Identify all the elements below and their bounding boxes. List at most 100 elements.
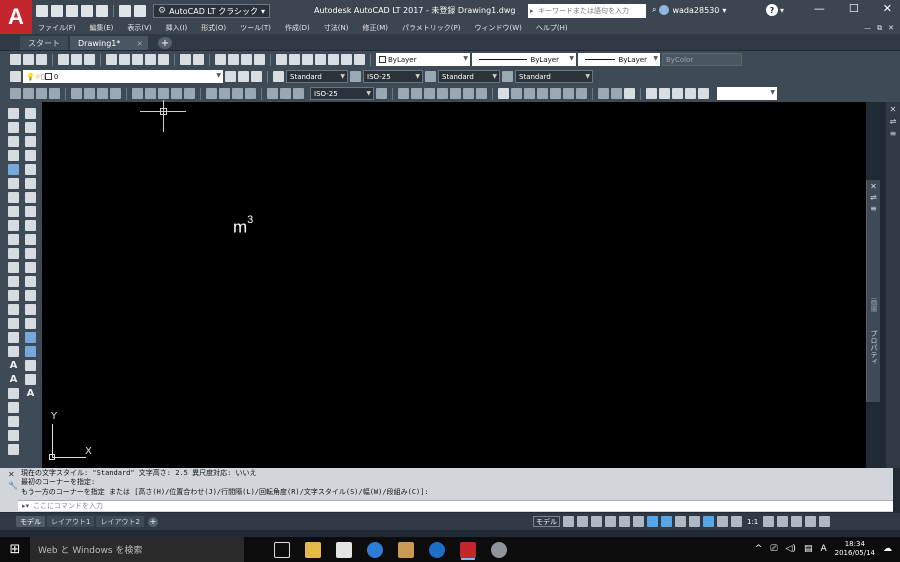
file-explorer-icon[interactable] xyxy=(305,541,321,558)
doc-close-button[interactable]: ✕ xyxy=(888,24,894,33)
menu-view[interactable]: 表示(V) xyxy=(127,23,151,33)
notification-icon[interactable]: ▤ xyxy=(804,544,813,554)
markup-icon[interactable] xyxy=(328,54,339,65)
linetype-dropdown[interactable]: ByLayer ▼ xyxy=(472,53,576,66)
copy-icon[interactable] xyxy=(119,54,130,65)
tab-start[interactable]: スタート xyxy=(20,36,68,50)
circle-icon[interactable] xyxy=(8,192,19,203)
properties-icon[interactable] xyxy=(276,54,287,65)
layer-previous-icon[interactable] xyxy=(238,71,249,82)
offset-icon[interactable] xyxy=(25,150,36,161)
dimension-update-icon[interactable] xyxy=(293,88,304,99)
view-dropdown[interactable]: ▼ xyxy=(717,87,777,100)
aligned-dimension-icon[interactable] xyxy=(23,88,34,99)
mtext-object[interactable]: m3 xyxy=(233,214,253,238)
copy-object-icon[interactable] xyxy=(25,122,36,133)
dimension-style-dropdown[interactable]: ISO-25 ▼ xyxy=(363,70,423,83)
lineweight-dropdown[interactable]: ByLayer ▼ xyxy=(578,53,660,66)
radius-icon[interactable] xyxy=(71,88,82,99)
snap-extension-icon[interactable] xyxy=(476,88,487,99)
new-icon[interactable] xyxy=(10,54,21,65)
volume-icon[interactable]: ◁) xyxy=(786,544,796,554)
wrench-icon[interactable]: 🔧 xyxy=(8,481,20,490)
ime-indicator[interactable]: A xyxy=(820,544,826,554)
menu-file[interactable]: ファイル(F) xyxy=(38,23,76,33)
snap-endpoint-icon[interactable] xyxy=(424,88,435,99)
layer-isolate-icon[interactable] xyxy=(659,88,670,99)
table-edit-icon[interactable] xyxy=(25,374,36,385)
layer-properties-icon[interactable] xyxy=(10,71,21,82)
menu-draw[interactable]: 作成(D) xyxy=(285,23,310,33)
network-icon[interactable]: ⎚ xyxy=(770,544,777,554)
inspection-icon[interactable] xyxy=(232,88,243,99)
menu-dimension[interactable]: 寸法(N) xyxy=(324,23,349,33)
customization-icon[interactable] xyxy=(819,516,831,527)
osnap-settings-icon[interactable] xyxy=(624,88,635,99)
media-player-icon[interactable] xyxy=(398,541,414,558)
table-style-icon[interactable] xyxy=(425,71,436,82)
hatch-icon[interactable] xyxy=(8,304,19,315)
preview-icon[interactable] xyxy=(71,54,82,65)
edit-spline-icon[interactable] xyxy=(25,360,36,371)
minimize-button[interactable]: — xyxy=(814,2,825,15)
menu-insert[interactable]: 挿入(I) xyxy=(166,23,188,33)
color-dropdown[interactable]: ByLayer ▼ xyxy=(376,53,470,66)
binoculars-icon[interactable]: ⌕ xyxy=(652,5,656,15)
zoom-previous-icon[interactable] xyxy=(254,54,265,65)
store-icon[interactable] xyxy=(336,541,352,558)
make-current-icon[interactable] xyxy=(225,71,236,82)
design-center-icon[interactable] xyxy=(289,54,300,65)
drawing-canvas[interactable]: m3 Y X xyxy=(42,100,866,468)
pan-icon[interactable] xyxy=(215,54,226,65)
save-icon[interactable] xyxy=(36,54,47,65)
region-icon[interactable] xyxy=(8,332,19,343)
plot-icon[interactable] xyxy=(58,54,69,65)
app-icon[interactable] xyxy=(491,541,507,558)
diameter-icon[interactable] xyxy=(97,88,108,99)
trim-icon[interactable] xyxy=(25,234,36,245)
continue-icon[interactable] xyxy=(158,88,169,99)
open-icon[interactable] xyxy=(23,54,34,65)
taskbar-search-input[interactable]: Web と Windows を検索 xyxy=(30,537,244,562)
cut-icon[interactable] xyxy=(106,54,117,65)
angular-icon[interactable] xyxy=(110,88,121,99)
match-properties-icon[interactable] xyxy=(145,54,156,65)
table-icon[interactable] xyxy=(8,346,19,357)
autocad-taskbar-icon[interactable] xyxy=(460,541,476,558)
auto-scale-icon[interactable] xyxy=(717,516,728,527)
point-icon[interactable] xyxy=(8,290,19,301)
properties-palette[interactable]: ✕ ⇌ ≡ 画層 プロパティ xyxy=(866,180,880,402)
rectangle-icon[interactable] xyxy=(8,164,19,175)
block-editor-icon[interactable] xyxy=(158,54,169,65)
menu-parametric[interactable]: パラメトリック(P) xyxy=(402,23,460,33)
add-layout-button[interactable]: + xyxy=(147,516,158,527)
redo-icon[interactable] xyxy=(193,54,204,65)
close-icon[interactable]: ✕ xyxy=(867,182,880,191)
polyline-icon[interactable] xyxy=(8,136,19,147)
autohide-icon[interactable]: ⇌ xyxy=(886,117,900,126)
search-input[interactable]: ▸ キーワードまたは語句を入力 xyxy=(528,4,646,18)
save-icon[interactable] xyxy=(66,5,78,17)
break-icon[interactable] xyxy=(25,262,36,273)
temporary-track-icon[interactable] xyxy=(398,88,409,99)
menu-modify[interactable]: 修正(M) xyxy=(362,23,388,33)
quick-dimension-icon[interactable] xyxy=(132,88,143,99)
menu-help[interactable]: ヘルプ(H) xyxy=(536,23,568,33)
center-mark-icon[interactable] xyxy=(219,88,230,99)
chevron-up-icon[interactable]: ^ xyxy=(755,544,763,554)
text-edit-icon[interactable]: A xyxy=(25,388,36,399)
paste-icon[interactable] xyxy=(132,54,143,65)
baseline-icon[interactable] xyxy=(145,88,156,99)
close-icon[interactable]: ✕ xyxy=(886,105,900,114)
gear-icon[interactable] xyxy=(763,516,775,527)
new-tab-button[interactable]: + xyxy=(158,37,172,49)
clock[interactable]: 18:34 2016/05/14 xyxy=(835,540,875,558)
dimension-space-icon[interactable] xyxy=(171,88,182,99)
snap-intersection-icon[interactable] xyxy=(450,88,461,99)
text-style-dropdown[interactable]: Standard ▼ xyxy=(286,70,348,83)
chamfer-icon[interactable] xyxy=(25,290,36,301)
properties-menu-icon[interactable]: ≡ xyxy=(886,129,900,138)
snap-icon[interactable] xyxy=(577,516,588,527)
snap-insert-icon[interactable] xyxy=(563,88,574,99)
text-justify-icon[interactable] xyxy=(8,430,19,441)
